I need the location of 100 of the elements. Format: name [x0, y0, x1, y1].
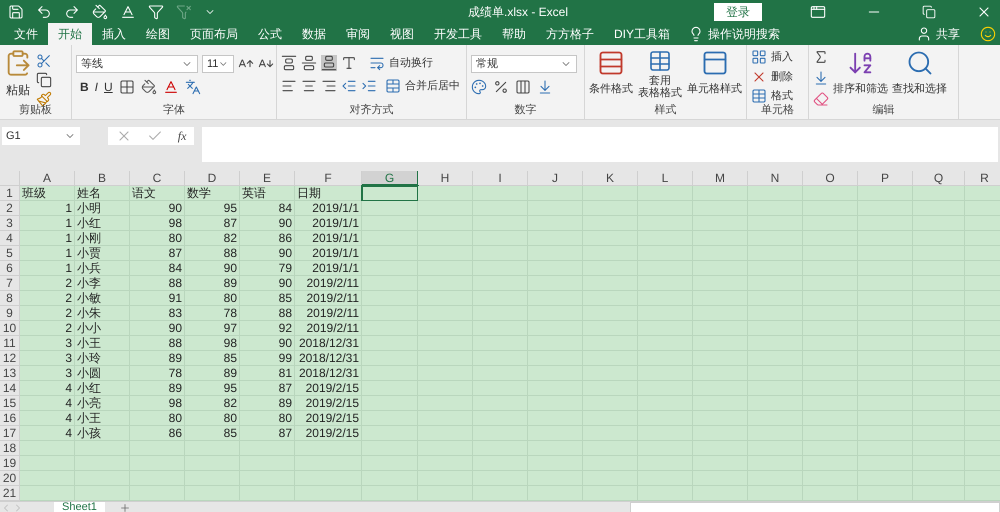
insert-function-button[interactable]: fx — [178, 127, 186, 145]
table-cell: 2019/1/1 — [295, 216, 362, 231]
table-cell: 82 — [185, 396, 240, 411]
row-header[interactable]: 14 — [0, 381, 20, 396]
row-header[interactable]: 7 — [0, 276, 20, 291]
table-cell: 小红 — [75, 216, 130, 231]
row-header[interactable]: 19 — [0, 456, 20, 471]
number-format-field[interactable]: 常规 — [471, 55, 577, 73]
table-cell: 2 — [20, 306, 75, 321]
table-cell: 3 — [20, 366, 75, 381]
row-header[interactable]: 11 — [0, 336, 20, 351]
table-cell: 2018/12/31 — [295, 336, 362, 351]
column-header[interactable]: G — [362, 171, 418, 186]
column-header[interactable]: N — [748, 171, 803, 186]
table-cell: 2019/2/11 — [295, 291, 362, 306]
column-header[interactable]: B — [75, 171, 130, 186]
italic-button[interactable]: I — [94, 78, 98, 96]
table-cell: 88 — [130, 336, 185, 351]
column-header[interactable]: O — [803, 171, 858, 186]
column-header[interactable]: H — [418, 171, 473, 186]
row-header[interactable]: 8 — [0, 291, 20, 306]
row-header[interactable]: 21 — [0, 486, 20, 501]
format-as-table-button[interactable]: 套用 表格格式 — [638, 75, 682, 99]
find-select-button[interactable]: 查找和选择 — [892, 81, 947, 98]
wrap-text-button[interactable]: 自动换行 — [389, 55, 433, 72]
column-header[interactable]: I — [473, 171, 528, 186]
table-cell: 2019/2/15 — [295, 381, 362, 396]
delete-button[interactable]: 删除 — [771, 68, 793, 85]
row-header[interactable]: 15 — [0, 396, 20, 411]
ribbon-tab[interactable]: 数据 — [292, 23, 336, 45]
cell-styles-button[interactable]: 单元格样式 — [687, 81, 742, 98]
table-cell: 班级 — [20, 186, 75, 201]
row-header[interactable]: 16 — [0, 411, 20, 426]
ribbon-tab[interactable]: DIY工具箱 — [604, 23, 680, 45]
table-cell: 英语 — [240, 186, 295, 201]
row-header[interactable]: 4 — [0, 231, 20, 246]
column-header[interactable]: D — [185, 171, 240, 186]
column-header[interactable]: E — [240, 171, 295, 186]
row-header[interactable]: 9 — [0, 306, 20, 321]
column-header[interactable]: R — [965, 171, 1000, 186]
row-header[interactable]: 17 — [0, 426, 20, 441]
table-cell: 小玲 — [75, 351, 130, 366]
ribbon-tab[interactable]: 开发工具 — [424, 23, 492, 45]
row-header[interactable]: 10 — [0, 321, 20, 336]
ribbon-tab[interactable]: 方方格子 — [536, 23, 604, 45]
sort-filter-button[interactable]: 排序和筛选 — [833, 81, 888, 98]
share-button[interactable]: 共享 — [936, 25, 960, 43]
column-header[interactable]: J — [528, 171, 583, 186]
table-cell: 小刚 — [75, 231, 130, 246]
table-cell: 小王 — [75, 411, 130, 426]
row-header[interactable]: 12 — [0, 351, 20, 366]
sheet-tab[interactable]: Sheet1 — [54, 502, 105, 512]
group-label: 剪贴板 — [18, 103, 53, 118]
login-button[interactable]: 登录 — [714, 2, 762, 20]
group-label: 字体 — [162, 103, 186, 118]
row-header[interactable]: 20 — [0, 471, 20, 486]
format-button[interactable]: 格式 — [771, 88, 793, 104]
ribbon-tab[interactable]: 审阅 — [336, 23, 380, 45]
ribbon-tab[interactable]: 文件 — [4, 23, 48, 45]
ribbon-tab[interactable]: 绘图 — [136, 23, 180, 45]
tell-me-search[interactable]: 操作说明搜索 — [708, 25, 780, 43]
column-header[interactable]: F — [295, 171, 362, 186]
table-cell: 4 — [20, 411, 75, 426]
row-header[interactable]: 5 — [0, 246, 20, 261]
merge-center-button[interactable]: 合并后居中 — [405, 78, 460, 94]
underline-button[interactable]: U — [104, 78, 113, 96]
column-header[interactable]: C — [130, 171, 185, 186]
group-label: 编辑 — [872, 103, 896, 118]
paste-button[interactable]: 粘贴 — [6, 81, 30, 99]
row-header[interactable]: 13 — [0, 366, 20, 381]
table-cell: 1 — [20, 231, 75, 246]
conditional-format-button[interactable]: 条件格式 — [589, 81, 633, 98]
ribbon-tab[interactable]: 视图 — [380, 23, 424, 45]
table-cell: 90 — [130, 201, 185, 216]
table-cell: 87 — [240, 381, 295, 396]
ribbon-tab[interactable]: 帮助 — [492, 23, 536, 45]
row-header[interactable]: 1 — [0, 186, 20, 201]
row-header[interactable]: 3 — [0, 216, 20, 231]
column-header[interactable]: P — [858, 171, 913, 186]
insert-button[interactable]: 插入 — [771, 49, 793, 66]
table-cell: 89 — [130, 381, 185, 396]
font-size-field[interactable]: 11 — [202, 55, 234, 73]
ribbon-tab[interactable]: 公式 — [248, 23, 292, 45]
ribbon-tab[interactable]: 插入 — [92, 23, 136, 45]
column-header[interactable]: M — [693, 171, 748, 186]
bold-button[interactable]: B — [80, 78, 89, 96]
row-header[interactable]: 18 — [0, 441, 20, 456]
table-cell: 80 — [130, 411, 185, 426]
ribbon-tab[interactable]: 页面布局 — [180, 23, 248, 45]
ribbon-tab[interactable]: 开始 — [48, 23, 92, 45]
column-header[interactable]: A — [20, 171, 75, 186]
row-header[interactable]: 6 — [0, 261, 20, 276]
table-cell: 小圆 — [75, 366, 130, 381]
table-cell: 2 — [20, 291, 75, 306]
column-header[interactable]: Q — [913, 171, 965, 186]
font-name-field[interactable]: 等线 — [76, 55, 198, 73]
name-box[interactable]: G1 — [2, 127, 80, 145]
row-header[interactable]: 2 — [0, 201, 20, 216]
column-header[interactable]: L — [638, 171, 693, 186]
column-header[interactable]: K — [583, 171, 638, 186]
